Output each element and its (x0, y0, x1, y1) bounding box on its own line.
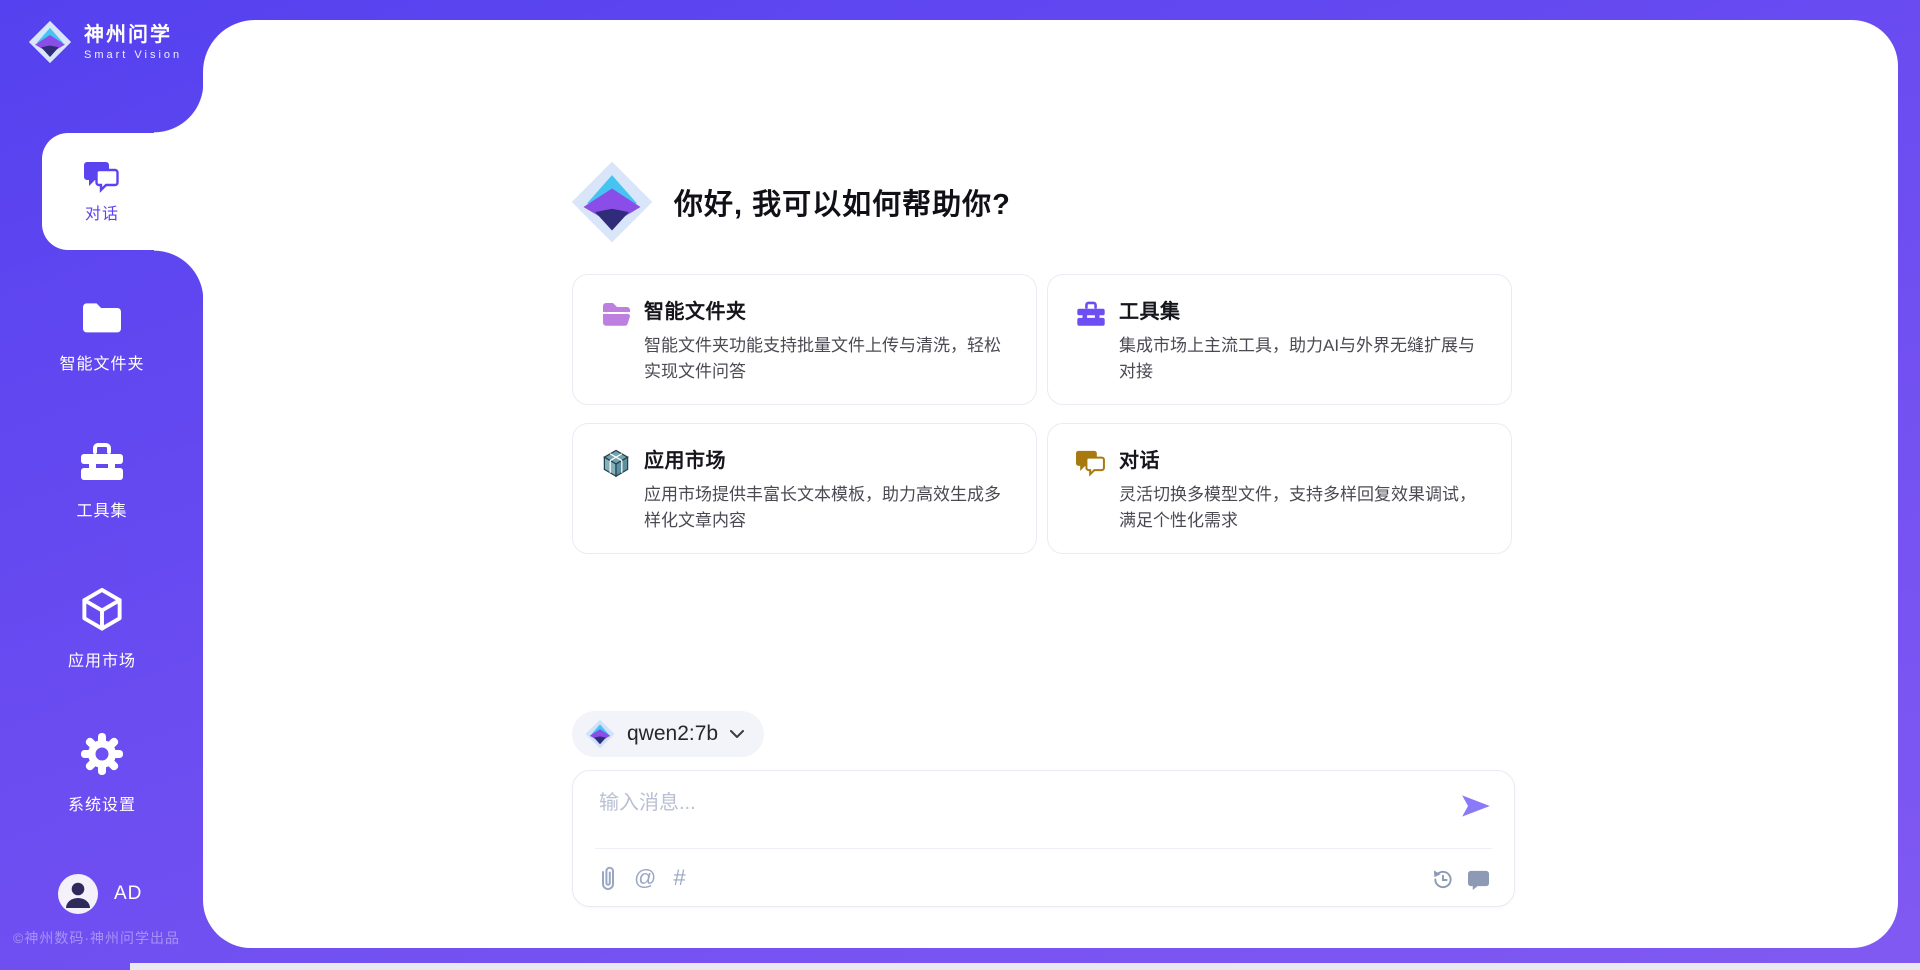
sidebar-item-chat[interactable]: 对话 (42, 133, 206, 250)
card-app-market[interactable]: 应用市场 应用市场提供丰富长文本模板，助力高效生成多样化文章内容 (572, 423, 1037, 554)
greeting: 你好, 我可以如何帮助你? (570, 160, 1011, 244)
tab-curve-top (154, 83, 206, 133)
briefcase-icon (1076, 299, 1106, 329)
avatar (58, 874, 98, 914)
card-description: 应用市场提供丰富长文本模板，助力高效生成多样化文章内容 (644, 482, 1008, 534)
cube-grid-icon (601, 448, 631, 478)
sidebar-item-label: 智能文件夹 (0, 350, 204, 374)
message-composer: @ # (572, 770, 1515, 907)
horizontal-scrollbar[interactable] (130, 963, 1920, 970)
sidebar-item-label: 工具集 (0, 497, 204, 521)
sidebar-item-label: 系统设置 (0, 791, 204, 815)
brand-subtitle: Smart Vision (84, 49, 182, 61)
gear-icon (79, 731, 125, 777)
folder-open-icon (601, 299, 631, 329)
folder-icon (79, 298, 125, 336)
assistant-diamond-icon (570, 160, 654, 244)
sidebar-item-label: 应用市场 (0, 647, 204, 671)
sidebar-item-smart-folder[interactable]: 智能文件夹 (0, 298, 204, 374)
sidebar-item-label: 对话 (85, 200, 119, 224)
model-name: qwen2:7b (627, 722, 718, 746)
card-description: 集成市场上主流工具，助力AI与外界无缝扩展与对接 (1119, 333, 1483, 385)
app-root: 神州问学 Smart Vision 对话 智能文件夹 工具集 (0, 0, 1920, 970)
card-title: 应用市场 (644, 444, 1008, 473)
composer-divider (595, 848, 1492, 849)
card-title: 工具集 (1119, 295, 1483, 324)
model-selector[interactable]: qwen2:7b (572, 711, 764, 757)
chevron-down-icon (730, 730, 744, 739)
attachment-icon[interactable] (599, 865, 617, 891)
sidebar-item-toolset[interactable]: 工具集 (0, 441, 204, 521)
briefcase-icon (79, 441, 125, 483)
brand-diamond-icon (28, 20, 72, 64)
send-icon[interactable] (1460, 792, 1492, 820)
topic-icon[interactable]: # (673, 866, 685, 890)
brand-name: 神州问学 (84, 23, 182, 47)
feedback-bubble-icon[interactable] (1467, 869, 1490, 890)
chat-bubbles-icon (1076, 448, 1106, 478)
card-toolset[interactable]: 工具集 集成市场上主流工具，助力AI与外界无缝扩展与对接 (1047, 274, 1512, 405)
user-account[interactable]: AD (58, 874, 142, 914)
message-input[interactable] (599, 786, 1439, 842)
brand-logo: 神州问学 Smart Vision (28, 20, 182, 64)
mention-icon[interactable]: @ (634, 866, 656, 890)
sidebar-item-settings[interactable]: 系统设置 (0, 731, 204, 815)
tab-curve-bottom (154, 250, 206, 300)
card-description: 灵活切换多模型文件，支持多样回复效果调试，满足个性化需求 (1119, 482, 1483, 534)
user-name: AD (114, 883, 142, 905)
model-diamond-icon (585, 719, 615, 749)
history-icon[interactable] (1431, 868, 1454, 891)
greeting-title: 你好, 我可以如何帮助你? (674, 181, 1011, 223)
feature-cards: 智能文件夹 智能文件夹功能支持批量文件上传与清洗，轻松实现文件问答 工具集 集成… (572, 274, 1512, 554)
copyright-text: ©神州数码·神州问学出品 (13, 928, 180, 948)
cube-icon (79, 585, 125, 633)
card-smart-folder[interactable]: 智能文件夹 智能文件夹功能支持批量文件上传与清洗，轻松实现文件问答 (572, 274, 1037, 405)
card-title: 智能文件夹 (644, 295, 1008, 324)
sidebar-item-app-market[interactable]: 应用市场 (0, 585, 204, 671)
card-description: 智能文件夹功能支持批量文件上传与清洗，轻松实现文件问答 (644, 333, 1008, 385)
chat-bubbles-icon (84, 160, 120, 193)
card-title: 对话 (1119, 444, 1483, 473)
card-chat[interactable]: 对话 灵活切换多模型文件，支持多样回复效果调试，满足个性化需求 (1047, 423, 1512, 554)
